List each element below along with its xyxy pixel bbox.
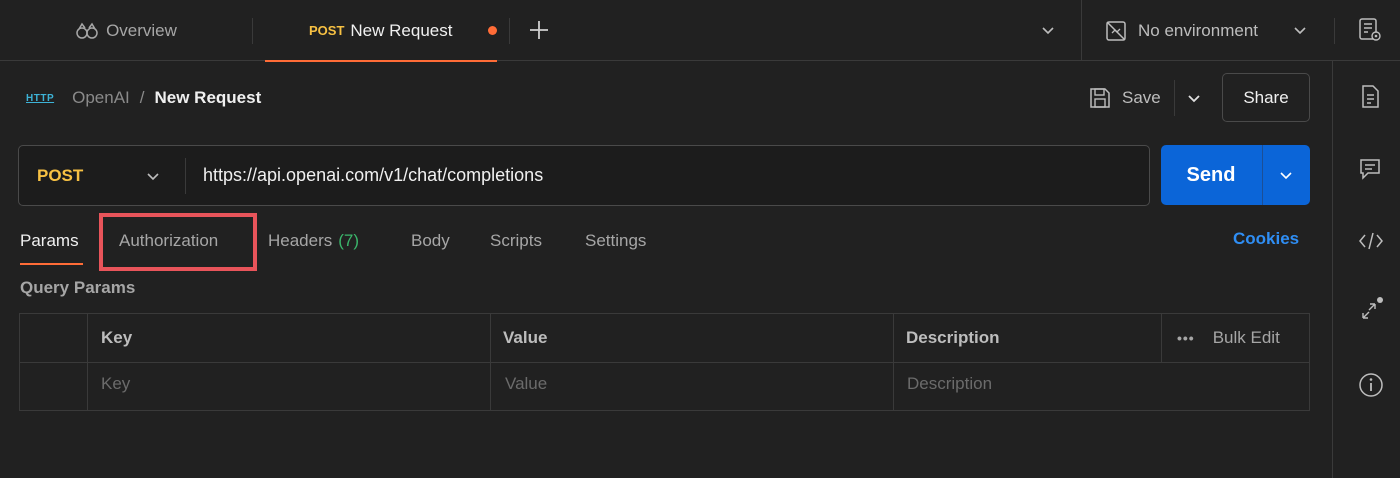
- method-selector[interactable]: POST: [37, 146, 83, 205]
- tab-new-request[interactable]: POST New Request: [265, 0, 497, 62]
- unsaved-dot-icon: [488, 26, 497, 35]
- divider: [185, 158, 186, 194]
- right-sidebar-divider: [1332, 61, 1333, 478]
- save-options-chevron-down-icon[interactable]: [1186, 90, 1202, 106]
- environment-label: No environment: [1138, 20, 1259, 40]
- new-tab-plus-icon[interactable]: [528, 17, 550, 43]
- binoculars-icon: [75, 22, 99, 40]
- tab-overview-label: Overview: [106, 20, 177, 40]
- save-icon: [1088, 86, 1112, 110]
- related-collections-icon[interactable]: [1358, 295, 1384, 323]
- active-tab-indicator: [265, 60, 497, 62]
- authorization-highlight-box: [99, 213, 257, 271]
- divider: [1174, 80, 1175, 116]
- param-description-input[interactable]: Description: [907, 374, 992, 394]
- no-environment-icon: [1104, 19, 1128, 43]
- documentation-icon[interactable]: [1358, 84, 1382, 110]
- divider: [509, 18, 510, 44]
- param-value-input[interactable]: Value: [505, 374, 547, 394]
- breadcrumb-collection[interactable]: OpenAI: [72, 88, 130, 108]
- breadcrumb-request-name[interactable]: New Request: [155, 88, 262, 108]
- tab-new-request-label: New Request: [350, 20, 453, 40]
- divider: [1161, 314, 1162, 362]
- environment-chevron-down-icon[interactable]: [1292, 22, 1308, 38]
- bulk-edit-button[interactable]: Bulk Edit: [1213, 328, 1280, 348]
- environment-quick-look-icon[interactable]: [1357, 17, 1383, 43]
- tab-method-badge: POST: [309, 23, 345, 38]
- active-tab-indicator: [20, 263, 83, 265]
- cookies-link[interactable]: Cookies: [1233, 229, 1299, 249]
- divider: [893, 314, 894, 410]
- send-button-group: Send: [1161, 145, 1310, 205]
- tab-params-label: Params: [20, 231, 79, 250]
- share-button[interactable]: Share: [1222, 73, 1310, 122]
- send-options-chevron-down-icon[interactable]: [1278, 167, 1294, 183]
- column-header-description: Description: [906, 328, 1000, 347]
- http-request-icon: HTTP: [26, 92, 55, 104]
- query-params-title: Query Params: [20, 278, 136, 297]
- param-key-input[interactable]: Key: [101, 374, 130, 394]
- tabs-dropdown-chevron-icon[interactable]: [1040, 22, 1056, 38]
- divider: [1081, 0, 1082, 61]
- tab-params[interactable]: Params: [20, 229, 83, 265]
- environment-selector[interactable]: No environment: [1104, 0, 1258, 61]
- tab-body[interactable]: Body: [411, 229, 450, 253]
- tab-scripts[interactable]: Scripts: [490, 229, 542, 253]
- divider: [490, 314, 491, 410]
- top-tab-bar: Overview POST New Request No environment: [0, 0, 1400, 62]
- tab-headers[interactable]: Headers (7): [268, 229, 359, 253]
- more-options-icon[interactable]: •••: [1177, 330, 1195, 346]
- save-label: Save: [1122, 88, 1161, 107]
- send-button[interactable]: Send: [1161, 145, 1261, 205]
- save-button[interactable]: Save: [1088, 84, 1161, 112]
- divider: [1262, 145, 1263, 205]
- breadcrumb: HTTP OpenAI / New Request: [26, 85, 261, 111]
- headers-count-badge: (7): [338, 231, 360, 250]
- divider: [252, 18, 253, 44]
- bulk-edit-controls: ••• Bulk Edit: [1177, 328, 1280, 348]
- breadcrumb-separator: /: [139, 88, 145, 107]
- comments-icon[interactable]: [1358, 157, 1382, 181]
- divider: [1334, 18, 1335, 44]
- tab-headers-label: Headers: [268, 231, 333, 250]
- tab-settings[interactable]: Settings: [585, 229, 646, 253]
- url-input[interactable]: [203, 146, 1133, 205]
- divider: [20, 362, 1309, 363]
- request-url-bar: POST: [18, 145, 1150, 206]
- query-params-table: Key Value Description ••• Bulk Edit Key …: [19, 313, 1310, 411]
- code-icon[interactable]: [1358, 229, 1384, 253]
- info-icon[interactable]: [1358, 372, 1384, 398]
- column-header-value: Value: [503, 328, 548, 347]
- divider: [87, 314, 88, 410]
- tab-overview[interactable]: Overview: [0, 0, 252, 61]
- column-header-key: Key: [101, 328, 133, 347]
- method-chevron-down-icon[interactable]: [145, 168, 161, 184]
